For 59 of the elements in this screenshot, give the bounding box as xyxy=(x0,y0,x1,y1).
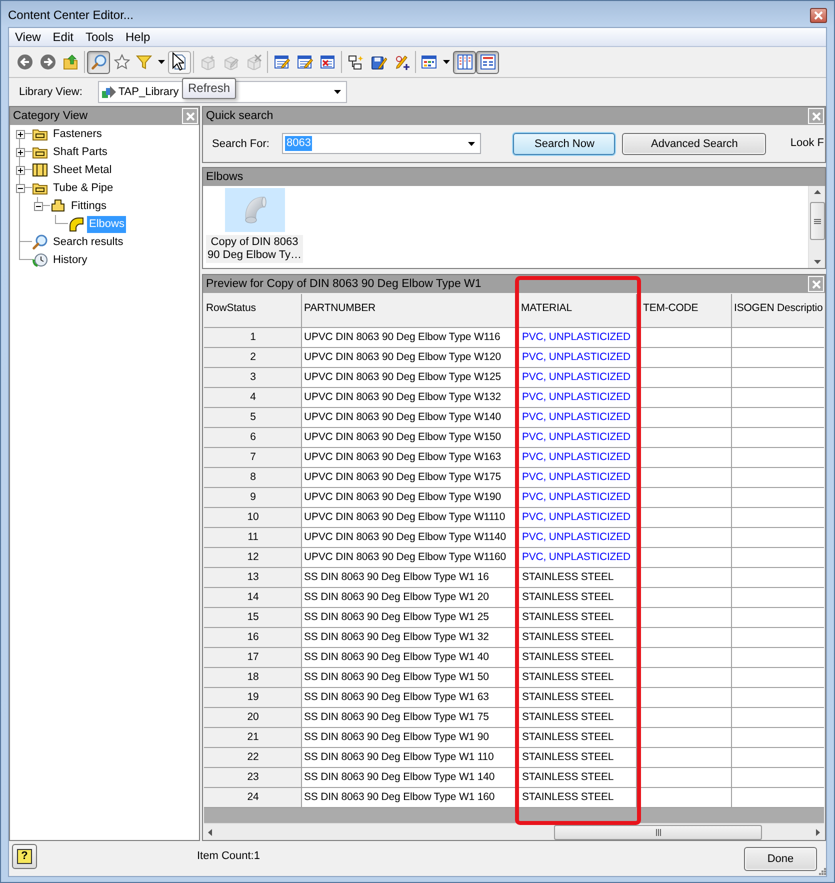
table-cell: STAINLESS STEEL xyxy=(519,688,637,708)
table-cell: PVC, UNPLASTICIZED xyxy=(519,388,637,408)
table-cell: STAINLESS STEEL xyxy=(519,768,637,788)
panel-title: Elbows xyxy=(206,171,244,183)
row-header: 16 xyxy=(204,628,302,648)
table-cell: PVC, UNPLASTICIZED xyxy=(519,528,637,548)
item-count: Item Count:1 xyxy=(197,850,260,862)
field-label: Look F xyxy=(790,136,825,148)
row-header: 21 xyxy=(204,728,302,748)
row-header: 6 xyxy=(204,428,302,448)
row-header: 20 xyxy=(204,708,302,728)
row-header: 23 xyxy=(204,768,302,788)
row-header: 13 xyxy=(204,568,302,588)
panel-title: Category View xyxy=(13,110,88,122)
row-header: 11 xyxy=(204,528,302,548)
table-cell: STAINLESS STEEL xyxy=(519,788,637,808)
table-cell: STAINLESS STEEL xyxy=(519,608,637,628)
table-cell: STAINLESS STEEL xyxy=(519,648,637,668)
row-header: 4 xyxy=(204,388,302,408)
row-header: 9 xyxy=(204,488,302,508)
row-header: 5 xyxy=(204,408,302,428)
table-cell: PVC, UNPLASTICIZED xyxy=(519,488,637,508)
table-cell: PVC, UNPLASTICIZED xyxy=(519,508,637,528)
table-cell: PVC, UNPLASTICIZED xyxy=(519,328,637,348)
row-header: 8 xyxy=(204,468,302,488)
table-cell: PVC, UNPLASTICIZED xyxy=(519,468,637,488)
table-cell: STAINLESS STEEL xyxy=(519,668,637,688)
row-header: 24 xyxy=(204,788,302,808)
row-header: 3 xyxy=(204,368,302,388)
table-cell: PVC, UNPLASTICIZED xyxy=(519,548,637,568)
row-header: 2 xyxy=(204,348,302,368)
field-label: Search For: xyxy=(212,138,270,150)
field-value: 8063 xyxy=(285,136,312,151)
table-cell: PVC, UNPLASTICIZED xyxy=(519,348,637,368)
table-cell: STAINLESS STEEL xyxy=(519,728,637,748)
table-cell: STAINLESS STEEL xyxy=(519,588,637,608)
field-label: Library View: xyxy=(19,86,82,98)
window-title: Content Center Editor... xyxy=(8,8,134,22)
table-cell: STAINLESS STEEL xyxy=(519,708,637,728)
panel-title: Quick search xyxy=(206,110,274,122)
row-header: 15 xyxy=(204,608,302,628)
tooltip: Refresh xyxy=(182,78,236,98)
row-header: 14 xyxy=(204,588,302,608)
row-header: 7 xyxy=(204,448,302,468)
table-cell: PVC, UNPLASTICIZED xyxy=(519,408,637,428)
row-header: 17 xyxy=(204,648,302,668)
row-header: 19 xyxy=(204,688,302,708)
row-header: 22 xyxy=(204,748,302,768)
row-header: 10 xyxy=(204,508,302,528)
row-header: 1 xyxy=(204,328,302,348)
table-cell: PVC, UNPLASTICIZED xyxy=(519,448,637,468)
row-header: 18 xyxy=(204,668,302,688)
panel-title: Preview for Copy of DIN 8063 90 Deg Elbow Type W1 xyxy=(206,278,482,290)
table-cell: PVC, UNPLASTICIZED xyxy=(519,428,637,448)
table-cell: STAINLESS STEEL xyxy=(519,568,637,588)
table-cell: PVC, UNPLASTICIZED xyxy=(519,368,637,388)
table-cell: STAINLESS STEEL xyxy=(519,628,637,648)
table-cell: STAINLESS STEEL xyxy=(519,748,637,768)
row-header: 12 xyxy=(204,548,302,568)
